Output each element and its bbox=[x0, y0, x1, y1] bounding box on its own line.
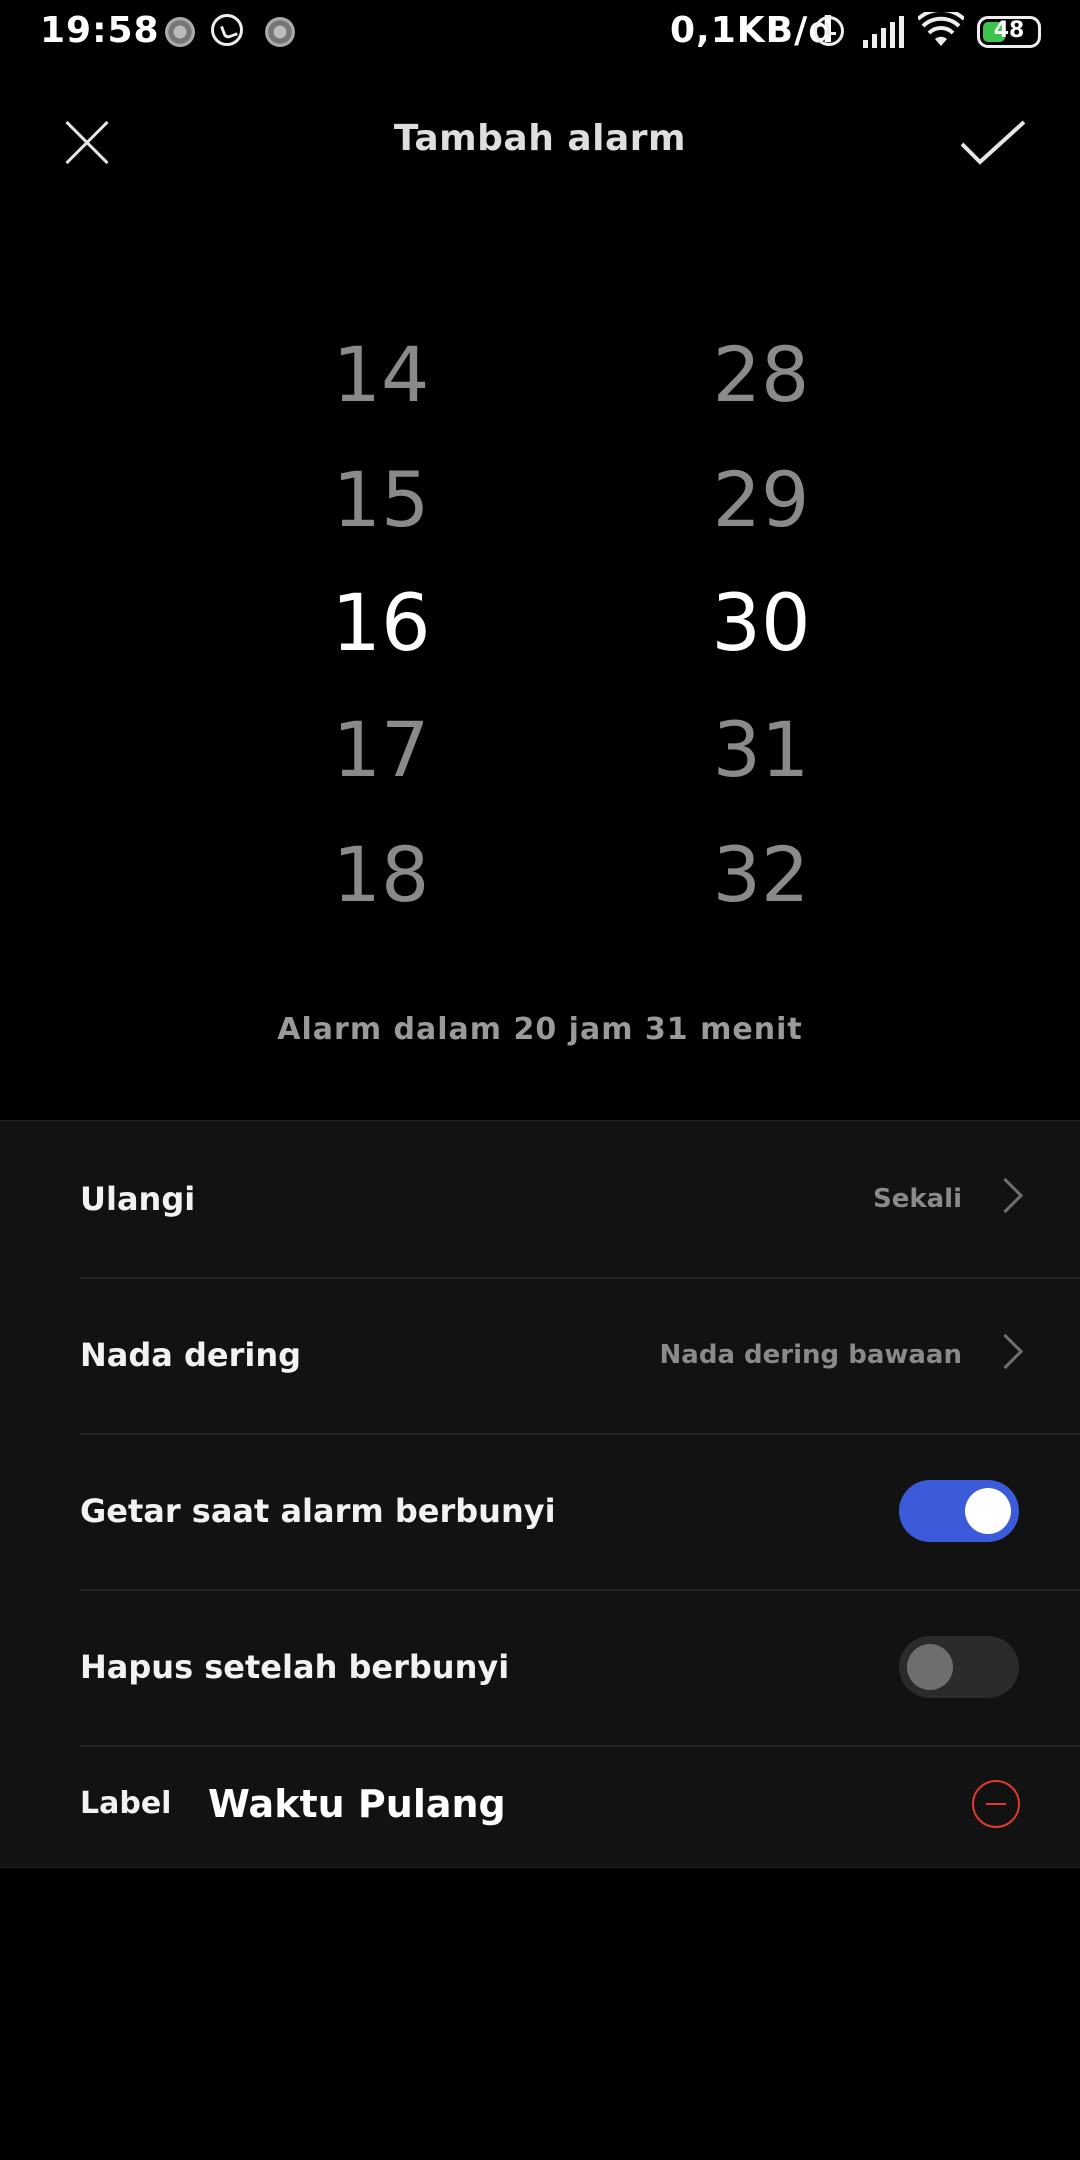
wifi-icon bbox=[918, 12, 964, 46]
label-caption: Label bbox=[80, 1786, 172, 1821]
check-icon[interactable] bbox=[958, 118, 1028, 168]
battery-percent: 48 bbox=[993, 18, 1025, 43]
chevron-right-icon bbox=[987, 1333, 1024, 1370]
ringtone-label: Nada dering bbox=[80, 1336, 302, 1374]
add-alarm-screen: 19:58 0,1KB/d 48 Tambah alarm 14 15 16 1… bbox=[0, 0, 1080, 2160]
page-title: Tambah alarm bbox=[393, 118, 687, 159]
toggle-knob bbox=[965, 1488, 1011, 1534]
minute-picker[interactable]: 28 29 30 31 32 bbox=[661, 312, 861, 937]
minute-option-selected[interactable]: 30 bbox=[661, 562, 861, 687]
status-time: 19:58 bbox=[40, 10, 160, 51]
hour-option[interactable]: 14 bbox=[281, 312, 481, 437]
alarm-countdown: Alarm dalam 20 jam 31 menit bbox=[277, 1012, 803, 1047]
toggle-knob bbox=[907, 1644, 953, 1690]
minute-option[interactable]: 31 bbox=[661, 687, 861, 812]
alarm-settings-panel: Ulangi Sekali Nada dering Nada dering ba… bbox=[0, 1120, 1080, 1868]
delete-after-row: Hapus setelah berbunyi bbox=[80, 1589, 1080, 1747]
alarm-icon bbox=[814, 16, 844, 46]
battery-icon: 48 bbox=[977, 16, 1041, 48]
label-input[interactable]: Waktu Pulang bbox=[208, 1745, 506, 1863]
label-row: Label Waktu Pulang bbox=[80, 1745, 1080, 1863]
repeat-label: Ulangi bbox=[80, 1180, 196, 1218]
minute-option[interactable]: 32 bbox=[661, 812, 861, 937]
whatsapp-icon bbox=[211, 14, 243, 46]
hour-option[interactable]: 18 bbox=[281, 812, 481, 937]
notification-icon bbox=[265, 17, 295, 47]
hour-picker[interactable]: 14 15 16 17 18 bbox=[281, 312, 481, 937]
repeat-row[interactable]: Ulangi Sekali bbox=[80, 1121, 1080, 1279]
delete-after-toggle[interactable] bbox=[899, 1636, 1019, 1698]
minute-option[interactable]: 29 bbox=[661, 437, 861, 562]
ringtone-row[interactable]: Nada dering Nada dering bawaan bbox=[80, 1277, 1080, 1435]
network-speed: 0,1KB/d bbox=[670, 10, 836, 51]
repeat-value: Sekali bbox=[872, 1184, 962, 1214]
clear-label-icon[interactable] bbox=[972, 1780, 1020, 1828]
notification-icon bbox=[165, 17, 195, 47]
minute-option[interactable]: 28 bbox=[661, 312, 861, 437]
hour-option-selected[interactable]: 16 bbox=[281, 562, 481, 687]
delete-after-label: Hapus setelah berbunyi bbox=[80, 1648, 510, 1686]
vibrate-row: Getar saat alarm berbunyi bbox=[80, 1433, 1080, 1591]
hour-option[interactable]: 17 bbox=[281, 687, 481, 812]
signal-icon bbox=[863, 14, 905, 48]
vibrate-toggle[interactable] bbox=[899, 1480, 1019, 1542]
chevron-right-icon bbox=[987, 1177, 1024, 1214]
ringtone-value: Nada dering bawaan bbox=[659, 1340, 962, 1370]
status-bar: 19:58 0,1KB/d 48 bbox=[0, 0, 1080, 64]
vibrate-label: Getar saat alarm berbunyi bbox=[80, 1492, 556, 1530]
hour-option[interactable]: 15 bbox=[281, 437, 481, 562]
